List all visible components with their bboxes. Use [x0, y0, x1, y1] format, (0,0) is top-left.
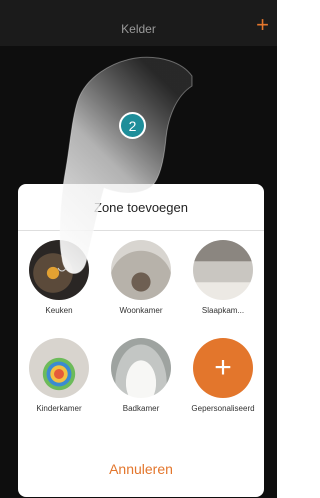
zone-option-badkamer[interactable]: Badkamer: [100, 338, 182, 434]
zone-option-kinderkamer[interactable]: Kinderkamer: [18, 338, 100, 434]
zone-label: Woonkamer: [119, 306, 163, 315]
zone-option-keuken[interactable]: Keuken: [18, 240, 100, 336]
plus-icon: +: [193, 338, 253, 398]
bedroom-photo-icon: [193, 240, 253, 300]
zone-label: Slaapkam...: [201, 306, 245, 315]
zone-label: Keuken: [45, 306, 73, 315]
zone-label: Kinderkamer: [36, 404, 82, 413]
zone-option-slaapkamer[interactable]: Slaapkam...: [182, 240, 264, 336]
bathroom-photo-icon: [111, 338, 171, 398]
zone-label: Gepersonaliseerd: [191, 404, 255, 413]
top-bar: Kelder +: [0, 0, 277, 46]
step-badge: 2: [119, 112, 146, 139]
zone-label: Badkamer: [122, 404, 160, 413]
living-room-photo-icon: [111, 240, 171, 300]
zone-option-gepersonaliseerd[interactable]: + Gepersonaliseerd: [182, 338, 264, 434]
kitchen-photo-icon: [29, 240, 89, 300]
zone-option-woonkamer[interactable]: Woonkamer: [100, 240, 182, 336]
sheet-title: Zone toevoegen: [18, 184, 264, 231]
add-icon[interactable]: +: [256, 14, 269, 36]
kids-room-photo-icon: [29, 338, 89, 398]
page-title: Kelder: [121, 22, 156, 36]
app-screen: Kelder + Zone toevoegen Keuken Woonkamer…: [0, 0, 277, 498]
cancel-button[interactable]: Annuleren: [18, 445, 264, 493]
